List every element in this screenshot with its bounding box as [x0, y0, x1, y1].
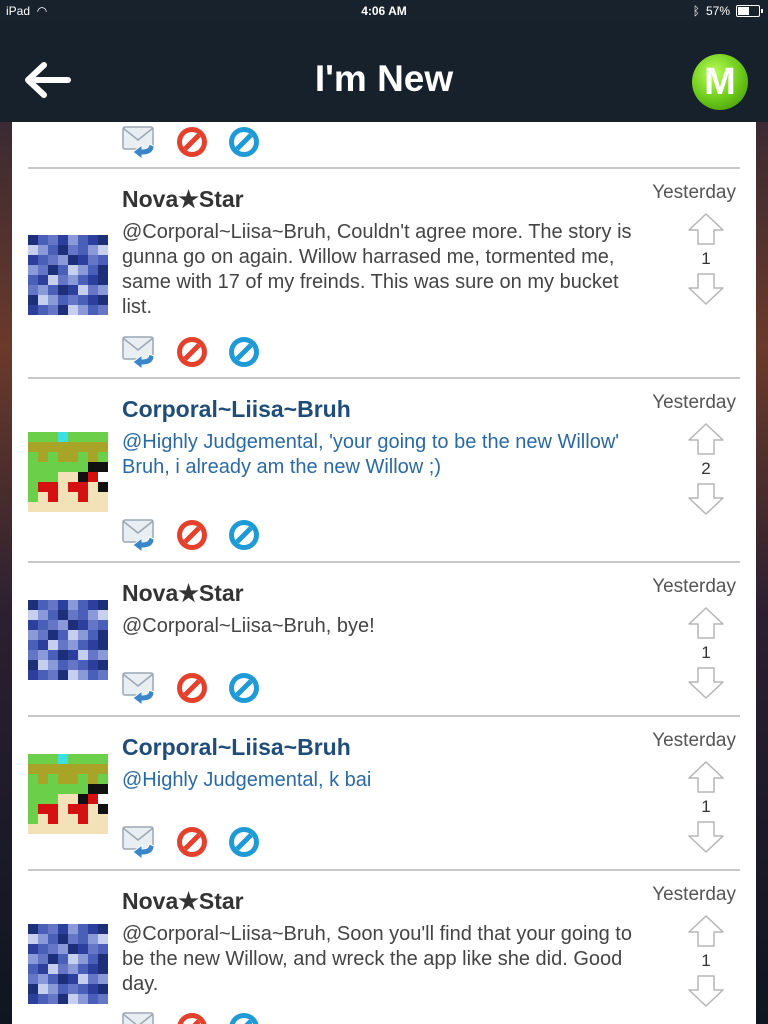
avatar[interactable] — [28, 600, 108, 680]
upvote-arrow-icon[interactable] — [686, 914, 726, 948]
vote-control: 1 — [686, 760, 726, 854]
avatar[interactable] — [28, 432, 108, 512]
avatar[interactable] — [28, 924, 108, 1004]
downvote-arrow-icon[interactable] — [686, 974, 726, 1008]
navigation-bar: I'm New M — [0, 22, 768, 122]
block-icon[interactable] — [174, 1010, 210, 1024]
upvote-arrow-icon[interactable] — [686, 212, 726, 246]
block-icon[interactable] — [174, 517, 210, 553]
vote-control: 1 — [686, 914, 726, 1008]
comment-text-line: @Highly Judgemental, 'your going to be t… — [122, 431, 620, 453]
upvote-arrow-icon[interactable] — [686, 422, 726, 456]
comment-author[interactable]: Nova★Star — [122, 888, 244, 915]
comment-text-line: Bruh, i already am the new Willow ;) — [122, 456, 442, 478]
comment-date: Yesterday — [652, 730, 736, 751]
status-bar: iPad ◠ 4:06 AM ᛒ 57% — [0, 0, 768, 22]
comment-text: @Highly Judgemental, 'your going to be t… — [122, 430, 642, 480]
comment-date: Yesterday — [652, 392, 736, 413]
vote-control: 1 — [686, 606, 726, 700]
block-icon[interactable] — [174, 824, 210, 860]
comment-actions — [122, 824, 262, 861]
upvote-arrow-icon[interactable] — [686, 606, 726, 640]
comment-text: @Corporal~Liisa~Bruh, Soon you'll find t… — [122, 923, 632, 995]
comment-date: Yesterday — [652, 884, 736, 905]
comment-list[interactable]: Nova★Star Yesterday @Corporal~Liisa~Bruh… — [12, 122, 756, 1024]
battery-icon — [736, 5, 763, 17]
divider — [28, 715, 740, 717]
divider — [28, 561, 740, 563]
hide-icon[interactable] — [226, 1010, 262, 1024]
reply-mail-icon[interactable] — [122, 670, 158, 707]
comment-author[interactable]: Nova★Star — [122, 580, 244, 607]
hide-icon[interactable] — [226, 824, 262, 860]
hide-icon[interactable] — [226, 517, 262, 553]
divider — [28, 869, 740, 871]
reply-mail-icon[interactable] — [122, 334, 158, 371]
reply-mail-icon[interactable] — [122, 1010, 158, 1024]
bluetooth-icon: ᛒ — [692, 4, 700, 18]
vote-count: 1 — [701, 643, 711, 662]
hide-icon[interactable] — [226, 334, 262, 370]
comment-date: Yesterday — [652, 182, 736, 203]
comment-actions — [122, 517, 262, 554]
reply-mail-icon[interactable] — [122, 824, 158, 861]
comment-actions — [122, 670, 262, 707]
reply-mail-icon[interactable] — [122, 124, 158, 161]
block-icon[interactable] — [174, 124, 210, 160]
reply-mail-icon[interactable] — [122, 517, 158, 554]
downvote-arrow-icon[interactable] — [686, 482, 726, 516]
avatar[interactable] — [28, 235, 108, 315]
hide-icon[interactable] — [226, 670, 262, 706]
downvote-arrow-icon[interactable] — [686, 272, 726, 306]
comment-date: Yesterday — [652, 576, 736, 597]
downvote-arrow-icon[interactable] — [686, 666, 726, 700]
vote-count: 1 — [701, 249, 711, 268]
divider — [28, 167, 740, 169]
comment-actions — [122, 1010, 262, 1024]
vote-count: 2 — [701, 459, 711, 478]
vote-control: 2 — [686, 422, 726, 516]
comment-author[interactable]: Corporal~Liisa~Bruh — [122, 734, 351, 761]
battery-percent: 57% — [705, 4, 730, 18]
vote-count: 1 — [701, 951, 711, 970]
divider — [28, 377, 740, 379]
status-right: ᛒ 57% — [692, 4, 763, 18]
upvote-arrow-icon[interactable] — [686, 760, 726, 794]
comment-author[interactable]: Corporal~Liisa~Bruh — [122, 396, 351, 423]
block-icon[interactable] — [174, 334, 210, 370]
comment-text: @Corporal~Liisa~Bruh, bye! — [122, 615, 375, 637]
comment-actions — [122, 334, 262, 371]
page-title: I'm New — [314, 58, 454, 99]
app-logo[interactable]: M — [692, 54, 748, 110]
comment-text: @Corporal~Liisa~Bruh, Couldn't agree mor… — [122, 221, 632, 318]
block-icon[interactable] — [174, 670, 210, 706]
comment-actions-previous — [122, 124, 262, 161]
status-time: 4:06 AM — [361, 4, 407, 18]
hide-icon[interactable] — [226, 124, 262, 160]
vote-control: 1 — [686, 212, 726, 306]
downvote-arrow-icon[interactable] — [686, 820, 726, 854]
vote-count: 1 — [701, 797, 711, 816]
comment-author[interactable]: Nova★Star — [122, 186, 244, 213]
avatar[interactable] — [28, 754, 108, 834]
comment-text: @Highly Judgemental, k bai — [122, 769, 372, 791]
